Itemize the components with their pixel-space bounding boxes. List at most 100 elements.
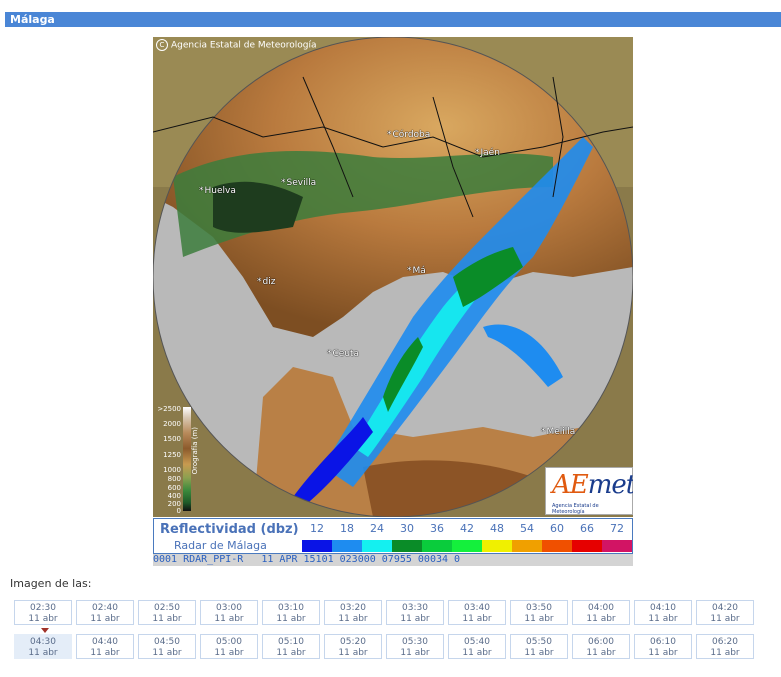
legend-title: Reflectividad (dbz)	[160, 522, 299, 537]
legend-swatch	[452, 540, 482, 552]
time-label: 05:50	[526, 637, 552, 647]
time-label: 02:40	[92, 603, 118, 613]
orography-label: 2000	[163, 420, 181, 428]
date-label: 11 abr	[276, 648, 306, 658]
time-cell-0300[interactable]: 03:00 11 abr	[200, 600, 258, 625]
time-cell-0350[interactable]: 03:50 11 abr	[510, 600, 568, 625]
time-label: 05:20	[340, 637, 366, 647]
time-label: 03:40	[464, 603, 490, 613]
orography-label: 400	[167, 492, 181, 500]
legend-swatch	[302, 540, 332, 552]
orography-bar	[183, 407, 191, 511]
time-cell-0320[interactable]: 03:20 11 abr	[324, 600, 382, 625]
time-cell-0500[interactable]: 05:00 11 abr	[200, 634, 258, 659]
copyright-text: C Agencia Estatal de Meteorología	[156, 39, 317, 51]
time-cell-0410[interactable]: 04:10 11 abr	[634, 600, 692, 625]
date-label: 11 abr	[214, 648, 244, 658]
legend-values: 12 18 24 30 36 42 48 54 60 66 72	[302, 522, 632, 535]
time-label: 03:20	[340, 603, 366, 613]
time-cell-0530[interactable]: 05:30 11 abr	[386, 634, 444, 659]
radar-map: CAgencia Estatal de Meteorología Córdoba…	[153, 37, 633, 517]
copyright-icon: C	[156, 39, 168, 51]
page-title: Málaga	[5, 12, 781, 27]
time-cell-0610[interactable]: 06:10 11 abr	[634, 634, 692, 659]
orography-label: 0	[176, 507, 181, 515]
date-label: 11 abr	[400, 614, 430, 624]
time-cell-0550[interactable]: 05:50 11 abr	[510, 634, 568, 659]
time-cell-0430[interactable]: 04:30 11 abr	[14, 628, 72, 659]
orography-label: 600	[167, 484, 181, 492]
time-row: 04:30 11 abr 04:40 11 abr 04:50 11 abr 05:00 11…	[14, 628, 774, 659]
legend-value: 12	[310, 522, 324, 535]
legend-swatch	[602, 540, 632, 552]
time-label: 04:20	[712, 603, 738, 613]
date-label: 11 abr	[648, 614, 678, 624]
legend-swatch	[482, 540, 512, 552]
time-label: 04:30	[30, 637, 56, 647]
time-cell-0510[interactable]: 05:10 11 abr	[262, 634, 320, 659]
legend-swatch	[362, 540, 392, 552]
time-cell-0310[interactable]: 03:10 11 abr	[262, 600, 320, 625]
date-label: 11 abr	[338, 614, 368, 624]
time-label: 04:40	[92, 637, 118, 647]
date-label: 11 abr	[586, 614, 616, 624]
time-label: 04:10	[650, 603, 676, 613]
time-cell-0340[interactable]: 03:40 11 abr	[448, 600, 506, 625]
time-cell-0440[interactable]: 04:40 11 abr	[76, 634, 134, 659]
time-label: 06:10	[650, 637, 676, 647]
aemet-logo: AEmet Agencia Estatal de Meteorología	[545, 467, 633, 515]
time-cell-0600[interactable]: 06:00 11 abr	[572, 634, 630, 659]
time-cell-0250[interactable]: 02:50 11 abr	[138, 600, 196, 625]
time-cell-0620[interactable]: 06:20 11 abr	[696, 634, 754, 659]
image-time-label: Imagen de las:	[10, 577, 92, 590]
legend-value: 72	[610, 522, 624, 535]
city-label: Má	[407, 266, 426, 276]
date-label: 11 abr	[586, 648, 616, 658]
date-label: 11 abr	[524, 648, 554, 658]
time-row: 02:30 11 abr 02:40 11 abr 02:50 11 abr 03:00 11…	[14, 600, 774, 625]
legend-value: 18	[340, 522, 354, 535]
city-label: Huelva	[199, 186, 236, 196]
legend-value: 48	[490, 522, 504, 535]
time-label: 05:10	[278, 637, 304, 647]
date-label: 11 abr	[152, 648, 182, 658]
time-cell-0540[interactable]: 05:40 11 abr	[448, 634, 506, 659]
date-label: 11 abr	[710, 648, 740, 658]
orography-scale: >2500 2000 1500 1250 1000 800 600 400 20…	[153, 405, 205, 515]
city-label: Sevilla	[281, 178, 317, 188]
date-label: 11 abr	[710, 614, 740, 624]
date-label: 11 abr	[648, 648, 678, 658]
city-label: Ceuta	[327, 349, 360, 359]
selected-marker-icon	[41, 628, 49, 633]
time-cell-0240[interactable]: 02:40 11 abr	[76, 600, 134, 625]
time-label: 03:00	[216, 603, 242, 613]
time-cell-0330[interactable]: 03:30 11 abr	[386, 600, 444, 625]
time-label: 06:20	[712, 637, 738, 647]
legend-value: 54	[520, 522, 534, 535]
legend-value: 42	[460, 522, 474, 535]
date-label: 11 abr	[462, 614, 492, 624]
legend-value: 24	[370, 522, 384, 535]
date-label: 11 abr	[462, 648, 492, 658]
radar-image	[153, 37, 633, 517]
city-label: Jaén	[475, 148, 500, 158]
logo-text: AEmet	[552, 470, 633, 500]
time-label: 05:30	[402, 637, 428, 647]
time-label: 02:50	[154, 603, 180, 613]
legend-swatch	[422, 540, 452, 552]
legend-value: 36	[430, 522, 444, 535]
time-cell-0520[interactable]: 05:20 11 abr	[324, 634, 382, 659]
radar-status-strip: 0001 RDAR_PPI-R 11 APR 15101 023000 0795…	[153, 554, 633, 566]
time-label: 05:40	[464, 637, 490, 647]
legend-swatch	[542, 540, 572, 552]
time-cell-0230[interactable]: 02:30 11 abr	[14, 600, 72, 625]
time-cell-0400[interactable]: 04:00 11 abr	[572, 600, 630, 625]
city-label: Melilla	[541, 427, 576, 437]
time-label: 03:30	[402, 603, 428, 613]
time-label: 06:00	[588, 637, 614, 647]
date-label: 11 abr	[338, 648, 368, 658]
city-label: Córdoba	[387, 130, 431, 140]
time-label: 04:00	[588, 603, 614, 613]
time-cell-0450[interactable]: 04:50 11 abr	[138, 634, 196, 659]
time-cell-0420[interactable]: 04:20 11 abr	[696, 600, 754, 625]
